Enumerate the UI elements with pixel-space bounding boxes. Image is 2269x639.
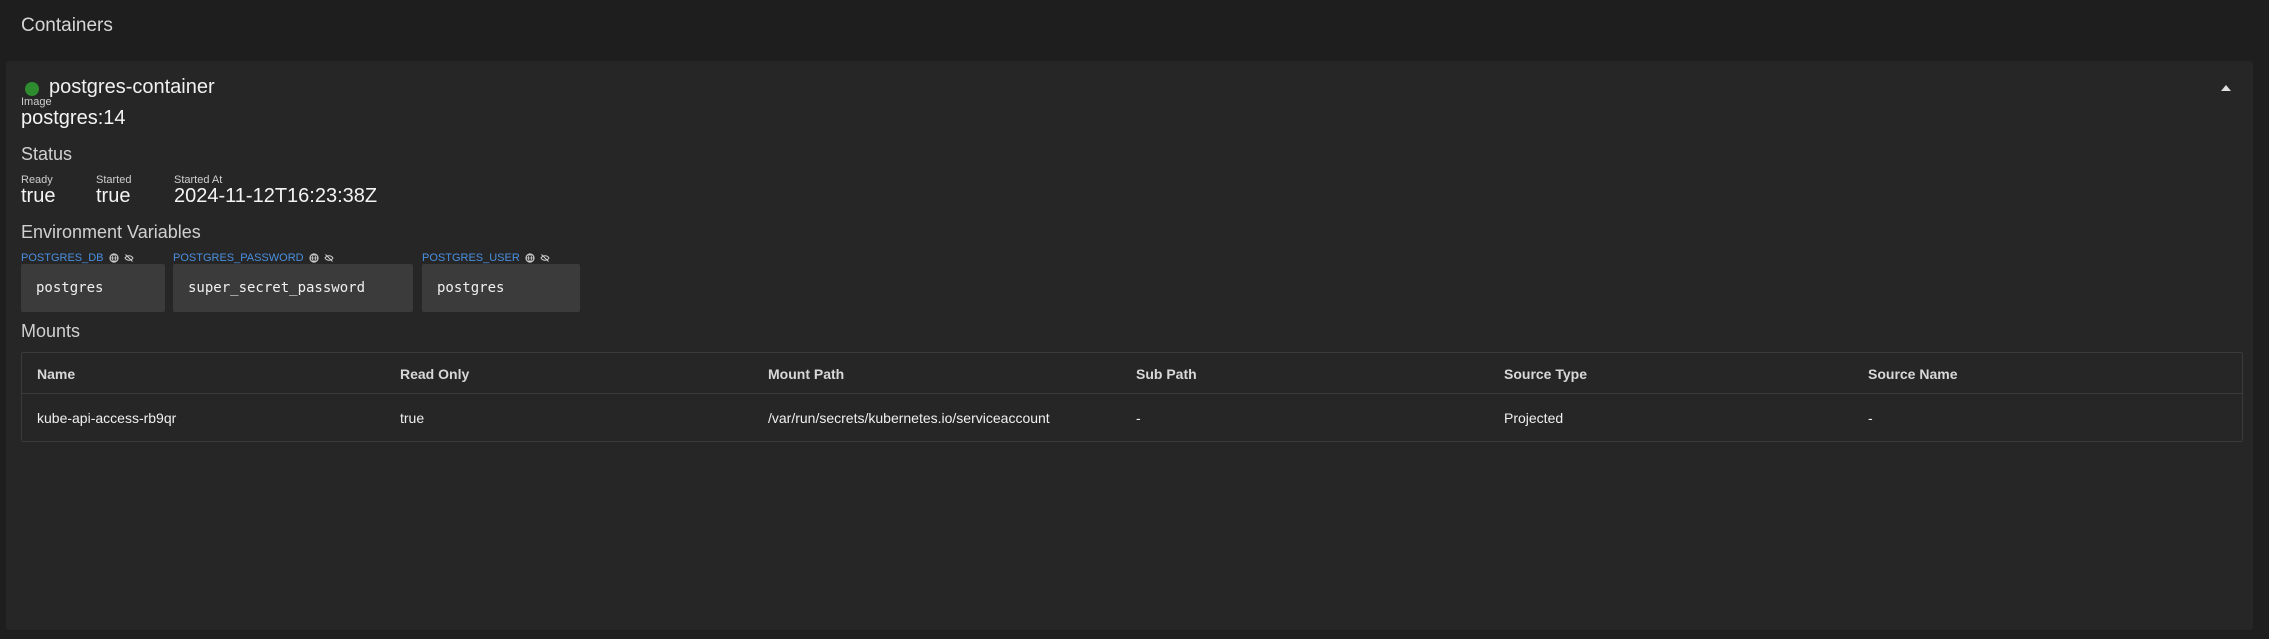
container-header[interactable]: postgres-container bbox=[6, 61, 2253, 117]
mount-name-cell: kube-api-access-rb9qr bbox=[37, 410, 177, 426]
image-value: postgres:14 bbox=[21, 107, 126, 129]
mounts-table: Name Read Only Mount Path Sub Path Sourc… bbox=[21, 352, 2243, 442]
running-status-icon bbox=[25, 82, 39, 96]
status-heading: Status bbox=[21, 144, 73, 164]
column-header-name: Name bbox=[37, 366, 76, 382]
env-var-name: POSTGRES_PASSWORD bbox=[173, 252, 334, 264]
mounts-heading: Mounts bbox=[21, 321, 81, 341]
column-header-sub-path: Sub Path bbox=[1136, 366, 1197, 382]
column-header-read-only: Read Only bbox=[400, 366, 470, 382]
env-var-name-text: POSTGRES_USER bbox=[422, 252, 520, 264]
mount-path-cell: /var/run/secrets/kubernetes.io/serviceac… bbox=[768, 410, 1050, 426]
container-name: postgres-container bbox=[49, 76, 215, 98]
env-var-value[interactable]: postgres bbox=[21, 264, 165, 312]
column-header-source-name: Source Name bbox=[1868, 366, 1958, 382]
mount-source-type-cell: Projected bbox=[1504, 410, 1564, 426]
env-var-value[interactable]: super_secret_password bbox=[173, 264, 413, 312]
env-var-name-text: POSTGRES_PASSWORD bbox=[173, 252, 304, 264]
env-var-name: POSTGRES_DB bbox=[21, 252, 134, 264]
collapse-button[interactable] bbox=[2215, 77, 2237, 99]
env-var-name-text: POSTGRES_DB bbox=[21, 252, 104, 264]
eye-off-icon[interactable] bbox=[123, 253, 134, 263]
started-at-value: 2024-11-12T16:23:38Z bbox=[174, 185, 378, 207]
env-var-value[interactable]: postgres bbox=[422, 264, 580, 312]
copy-icon[interactable] bbox=[525, 253, 535, 263]
mount-source-name-cell: - bbox=[1868, 410, 1873, 426]
env-var-name: POSTGRES_USER bbox=[422, 252, 550, 264]
container-card: postgres-container Image postgres:14 Sta… bbox=[6, 61, 2253, 630]
ready-value: true bbox=[21, 185, 56, 207]
chevron-up-icon bbox=[2221, 85, 2231, 91]
copy-icon[interactable] bbox=[108, 253, 119, 263]
started-value: true bbox=[96, 185, 131, 207]
eye-off-icon[interactable] bbox=[324, 253, 334, 263]
copy-icon[interactable] bbox=[309, 253, 319, 263]
eye-off-icon[interactable] bbox=[540, 253, 550, 263]
env-heading: Environment Variables bbox=[21, 222, 201, 242]
mounts-table-header: Name Read Only Mount Path Sub Path Sourc… bbox=[22, 353, 2242, 394]
page-title: Containers bbox=[21, 15, 113, 36]
column-header-source-type: Source Type bbox=[1504, 366, 1587, 382]
mount-read-only-cell: true bbox=[400, 410, 425, 426]
column-header-mount-path: Mount Path bbox=[768, 366, 845, 382]
mount-sub-path-cell: - bbox=[1136, 410, 1141, 426]
table-row: kube-api-access-rb9qr true /var/run/secr… bbox=[22, 394, 2242, 442]
containers-page: Containers postgres-container Image post… bbox=[0, 0, 2269, 639]
